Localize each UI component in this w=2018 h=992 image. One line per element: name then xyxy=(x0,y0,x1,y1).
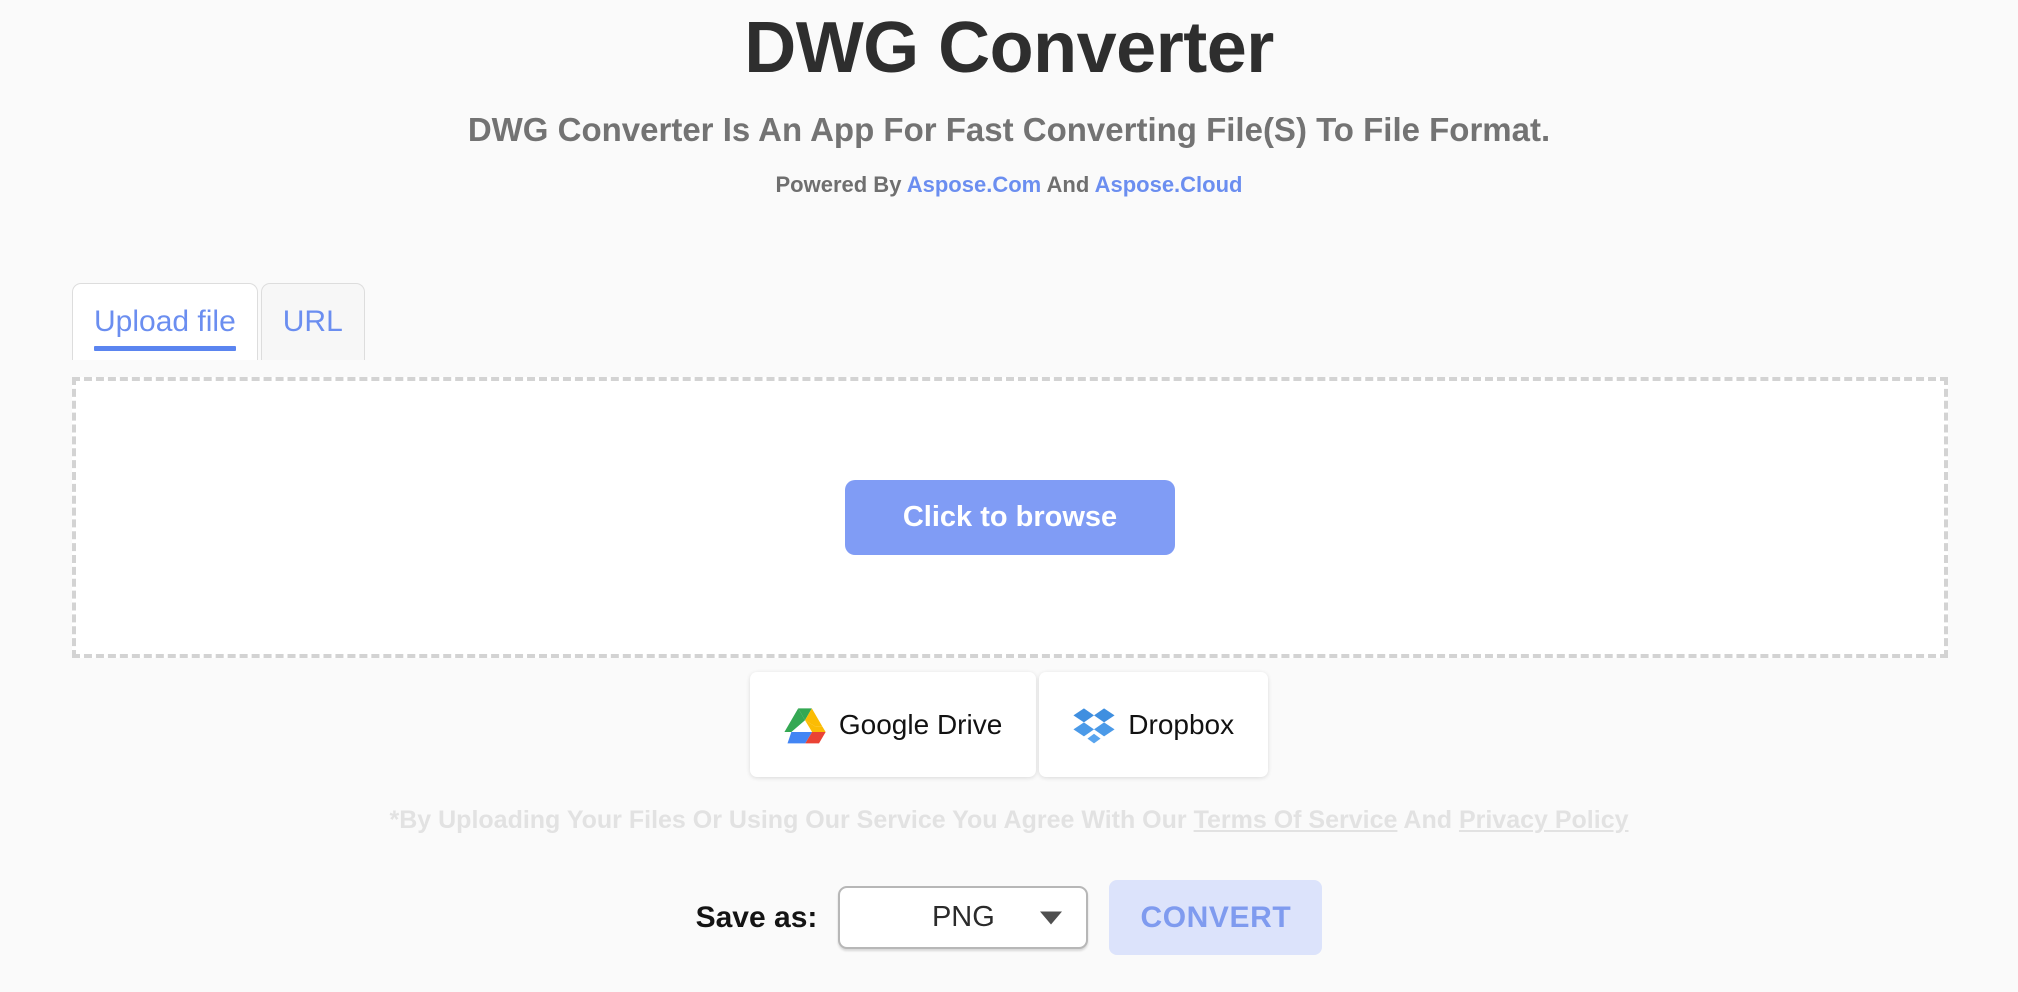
cloud-provider-row: Google Drive Dropbox xyxy=(0,672,2018,777)
tab-url[interactable]: URL xyxy=(260,283,365,360)
disclaimer-middle: And xyxy=(1397,806,1459,834)
save-as-label: Save as: xyxy=(695,900,818,934)
tab-url-label: URL xyxy=(282,305,343,338)
chevron-down-icon xyxy=(1040,911,1063,924)
powered-by-middle: And xyxy=(1041,172,1095,198)
terms-disclaimer: *By Uploading Your Files Or Using Our Se… xyxy=(0,805,2018,835)
google-drive-label: Google Drive xyxy=(838,708,1003,740)
output-format-value: PNG xyxy=(931,901,995,933)
tab-upload-file-label: Upload file xyxy=(94,305,236,338)
dropbox-label: Dropbox xyxy=(1128,708,1235,740)
dropbox-icon xyxy=(1073,704,1115,746)
page-title: DWG Converter xyxy=(744,8,1274,88)
terms-of-service-link[interactable]: Terms Of Service xyxy=(1194,806,1398,834)
aspose-com-link[interactable]: Aspose.Com xyxy=(907,172,1041,197)
privacy-policy-link[interactable]: Privacy Policy xyxy=(1459,806,1629,834)
aspose-cloud-link[interactable]: Aspose.Cloud xyxy=(1095,172,1243,197)
source-tabs: Upload file URL xyxy=(72,283,365,360)
footer-actions: Save as: PNG CONVERT xyxy=(0,880,2018,955)
page-subtitle: DWG Converter Is An App For Fast Convert… xyxy=(467,111,1551,148)
disclaimer-prefix: *By Uploading Your Files Or Using Our Se… xyxy=(389,806,1194,834)
click-to-browse-button[interactable]: Click to browse xyxy=(844,480,1176,555)
output-format-select[interactable]: PNG xyxy=(838,886,1089,949)
google-drive-icon xyxy=(784,704,826,746)
dwg-converter-page: DWG Converter DWG Converter Is An App Fo… xyxy=(0,0,2018,992)
tab-upload-file[interactable]: Upload file xyxy=(72,283,258,360)
powered-by-prefix: Powered By xyxy=(775,172,907,198)
powered-by-line: Powered By Aspose.Com And Aspose.Cloud xyxy=(0,148,2018,198)
google-drive-button[interactable]: Google Drive xyxy=(749,672,1037,777)
file-dropzone[interactable]: Click to browse xyxy=(72,377,1948,658)
dropbox-button[interactable]: Dropbox xyxy=(1039,672,1269,777)
convert-button[interactable]: CONVERT xyxy=(1109,880,1323,955)
